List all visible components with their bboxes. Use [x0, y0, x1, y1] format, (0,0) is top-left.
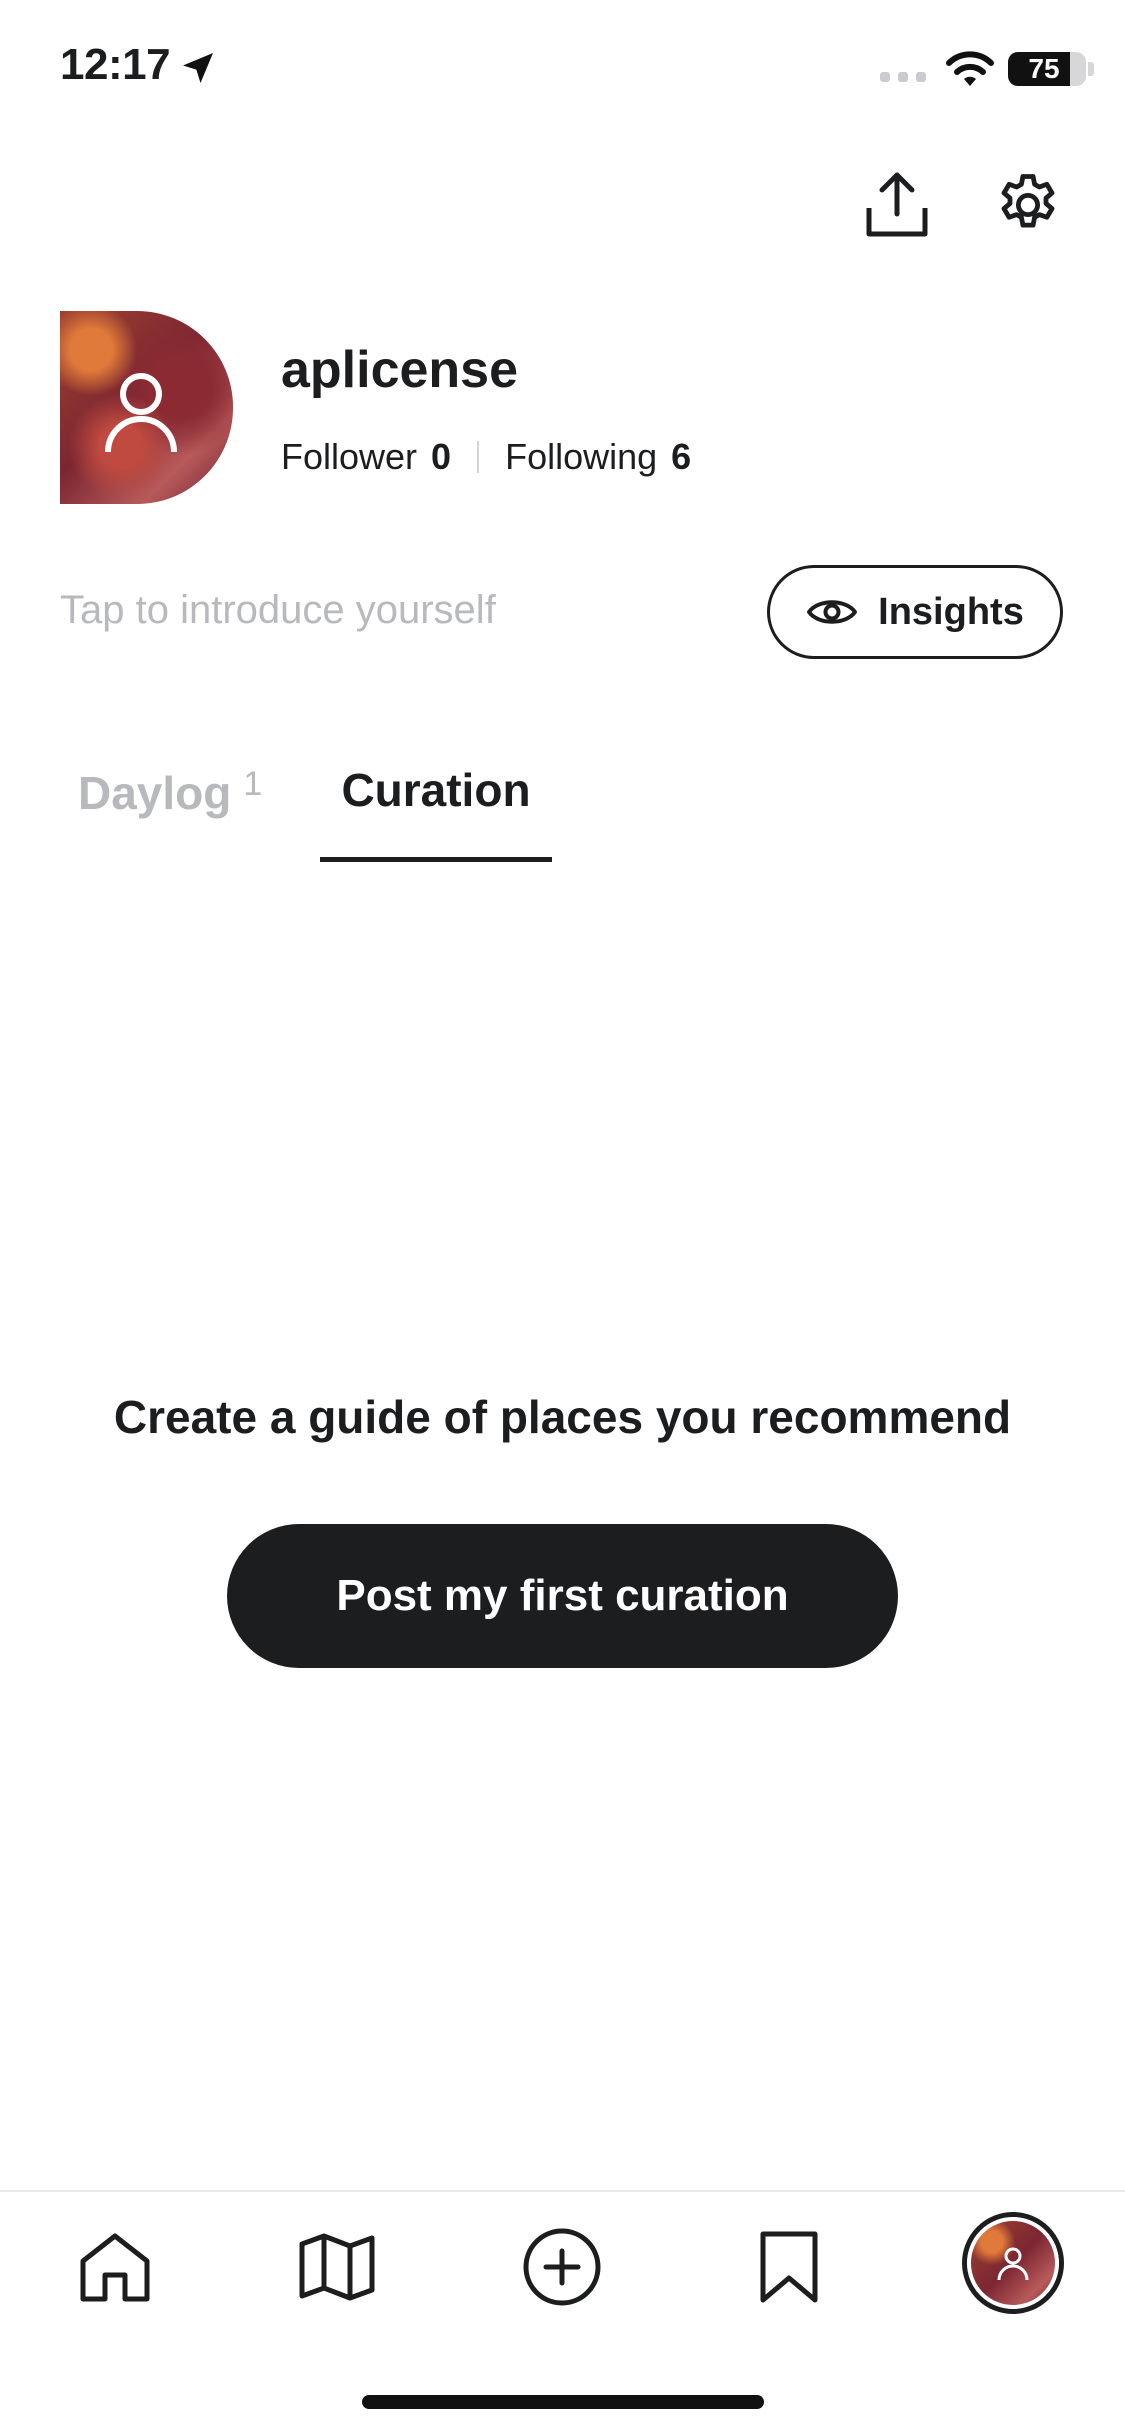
intro-placeholder[interactable]: Tap to introduce yourself — [60, 588, 496, 633]
empty-state-title: Create a guide of places you recommend — [113, 1391, 1012, 1443]
follower-label: Follower — [281, 436, 418, 477]
eye-icon — [807, 600, 858, 624]
nav-add[interactable] — [517, 2222, 607, 2312]
tab-daylog-count: 1 — [243, 765, 263, 803]
battery-empty-segment — [1070, 52, 1086, 86]
status-time: 12:17 — [60, 40, 171, 89]
nav-bookmarks[interactable] — [744, 2222, 834, 2312]
settings-button[interactable] — [988, 165, 1068, 245]
share-upload-icon — [866, 172, 928, 237]
nav-profile-avatar — [967, 2217, 1059, 2309]
bottom-nav-divider — [0, 2190, 1125, 2192]
share-button[interactable] — [857, 165, 937, 245]
insights-label: Insights — [878, 590, 1024, 633]
following-label: Following — [505, 436, 658, 477]
person-icon — [997, 2247, 1029, 2281]
insights-button[interactable]: Insights — [767, 565, 1063, 659]
nav-home[interactable] — [70, 2222, 160, 2312]
post-first-curation-button[interactable]: Post my first curation — [227, 1524, 898, 1668]
home-indicator — [362, 2395, 764, 2409]
tab-daylog-label: Daylog — [78, 767, 232, 819]
nav-map[interactable] — [292, 2222, 382, 2312]
following-stat[interactable]: Following 6 — [505, 436, 691, 478]
cellular-signal-icon — [880, 72, 926, 82]
location-arrow-icon — [183, 53, 213, 83]
person-icon — [105, 373, 177, 453]
add-circle-icon — [523, 2228, 601, 2306]
follow-stats: Follower 0 Following 6 — [281, 436, 691, 478]
follower-count: 0 — [431, 436, 452, 477]
active-tab-indicator — [320, 857, 552, 862]
following-count: 6 — [671, 436, 692, 477]
tab-curation[interactable]: Curation — [320, 763, 552, 817]
gear-icon — [1001, 174, 1055, 228]
wifi-icon — [946, 51, 994, 86]
tab-daylog[interactable]: Daylog 1 — [78, 765, 262, 820]
bookmark-icon — [760, 2231, 818, 2303]
follower-stat[interactable]: Follower 0 — [281, 436, 451, 478]
map-icon — [299, 2233, 375, 2301]
battery-tip — [1088, 62, 1094, 76]
home-icon — [80, 2233, 150, 2302]
nav-profile[interactable] — [962, 2212, 1064, 2314]
follow-divider — [477, 441, 480, 473]
username: aplicense — [281, 341, 519, 399]
